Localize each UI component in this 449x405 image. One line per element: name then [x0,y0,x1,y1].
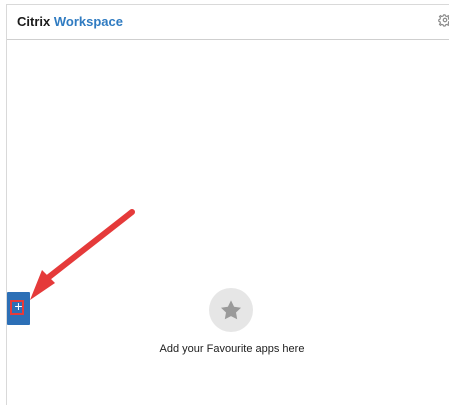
header-bar: Citrix Workspace [7,5,449,40]
brand-accent: Workspace [53,14,123,29]
gear-icon[interactable] [438,13,449,27]
app-logo: Citrix Workspace [17,14,123,29]
star-icon [209,288,253,332]
empty-state-text: Add your Favourite apps here [159,343,305,355]
plus-icon: + [14,298,23,314]
add-favourites-button[interactable]: + [7,292,30,325]
brand-primary: Citrix [17,14,51,29]
